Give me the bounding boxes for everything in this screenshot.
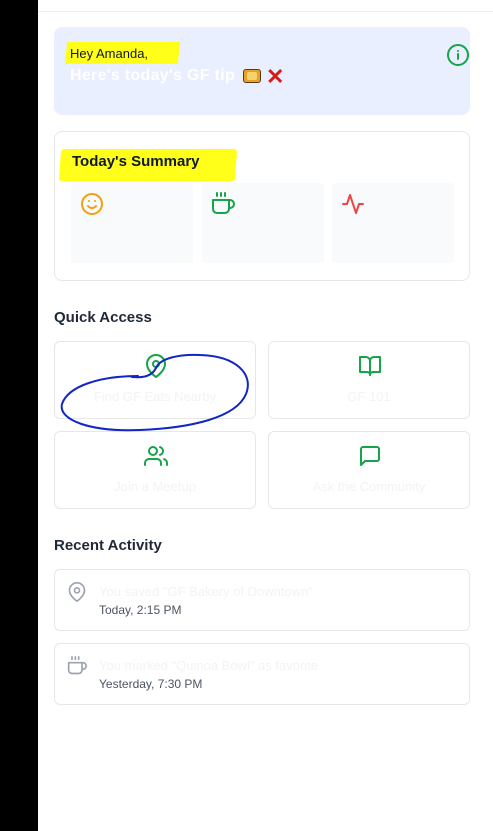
quick-access-label: Ask the Community — [312, 479, 426, 494]
activity-item[interactable]: You marked "Quinoa Bowl" as favorite Yes… — [54, 643, 470, 705]
quick-access-gf-101[interactable]: GF 101 — [268, 341, 470, 419]
activity-time: Yesterday, 7:30 PM — [99, 677, 203, 691]
message-square-icon — [360, 446, 380, 466]
users-icon — [144, 446, 168, 466]
app-page: Hey Amanda, Here's today's GF tip ✕ Toda… — [38, 0, 493, 831]
info-icon[interactable] — [446, 43, 470, 67]
tip-text: Here's today's GF tip — [70, 67, 236, 84]
daily-tip-card: Hey Amanda, Here's today's GF tip ✕ — [54, 27, 470, 115]
coffee-cup-icon — [67, 656, 87, 675]
quick-access-ask-community[interactable]: Ask the Community — [268, 431, 470, 509]
cross-mark-emoji-icon: ✕ — [266, 64, 285, 89]
map-pin-icon — [146, 354, 166, 378]
greeting-text: Hey Amanda, — [70, 46, 149, 61]
activity-text: You saved "GF Bakery of Downtown" — [99, 584, 313, 599]
activity-time: Today, 2:15 PM — [99, 603, 182, 617]
quick-access-title: Quick Access — [54, 309, 152, 326]
summary-tile-meals[interactable] — [202, 183, 324, 263]
quick-access-find-eats[interactable]: Find GF Eats Nearby — [54, 341, 256, 419]
book-open-icon — [359, 356, 381, 376]
recent-activity-title: Recent Activity — [54, 537, 162, 554]
activity-pulse-icon — [342, 194, 364, 214]
summary-tile-activity[interactable] — [332, 183, 454, 263]
quick-access-label: Join a Meetup — [114, 479, 196, 494]
summary-title: Today's Summary — [72, 153, 200, 170]
header-divider — [38, 11, 493, 12]
summary-tile-mood[interactable] — [71, 183, 193, 263]
activity-item[interactable]: You saved "GF Bakery of Downtown" Today,… — [54, 569, 470, 631]
coffee-cup-icon — [212, 192, 235, 214]
quick-access-label: Find GF Eats Nearby — [93, 389, 217, 404]
summary-card: Today's Summary — [54, 131, 470, 281]
quick-access-join-meetup[interactable]: Join a Meetup — [54, 431, 256, 509]
map-pin-icon — [68, 582, 86, 602]
smile-icon — [81, 193, 103, 215]
bread-emoji-icon — [242, 68, 262, 84]
activity-text: You marked "Quinoa Bowl" as favorite — [99, 658, 319, 673]
quick-access-label: GF 101 — [347, 389, 391, 404]
